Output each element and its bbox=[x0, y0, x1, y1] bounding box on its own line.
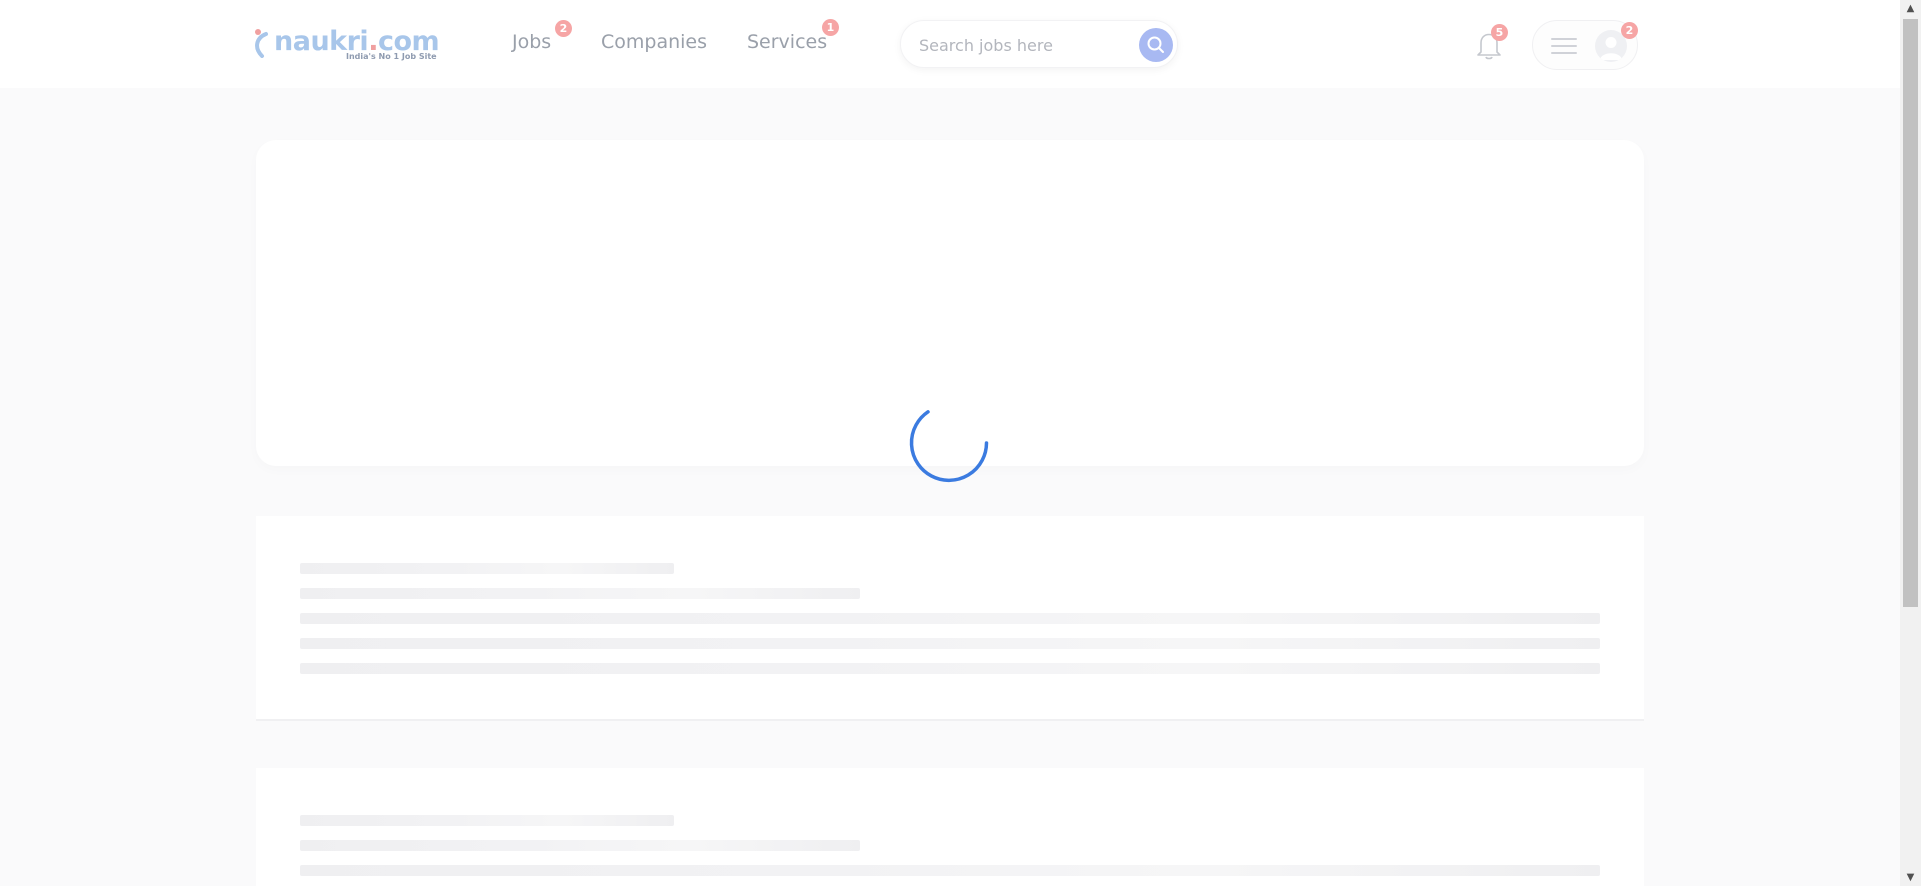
section-divider bbox=[256, 719, 1644, 721]
naukri-logo[interactable]: naukri.com India's No 1 Job Site bbox=[252, 26, 442, 66]
spinner-icon bbox=[909, 410, 989, 483]
skeleton-line bbox=[300, 613, 1600, 624]
services-badge: 1 bbox=[822, 19, 839, 36]
nav-companies-label: Companies bbox=[601, 31, 708, 53]
search-icon bbox=[1147, 36, 1164, 53]
skeleton-card bbox=[256, 768, 1644, 886]
skeleton-card bbox=[256, 516, 1644, 719]
logo-swoosh-icon bbox=[255, 29, 268, 58]
scroll-up-arrow-icon[interactable]: ▲ bbox=[1900, 0, 1921, 17]
vertical-scrollbar[interactable]: ▲ ▼ bbox=[1900, 0, 1921, 886]
skeleton-line bbox=[300, 588, 860, 599]
search-bar bbox=[900, 20, 1178, 68]
skeleton-line bbox=[300, 638, 1600, 649]
scrollbar-thumb[interactable] bbox=[1903, 19, 1918, 607]
skeleton-line bbox=[300, 563, 674, 574]
skeleton-line bbox=[300, 815, 674, 826]
page: naukri.com India's No 1 Job Site Jobs 2 … bbox=[0, 0, 1900, 886]
skeleton-line bbox=[300, 663, 1600, 674]
skeleton-line bbox=[300, 840, 860, 851]
nav-services-label: Services bbox=[747, 31, 828, 53]
logo-tagline: India's No 1 Job Site bbox=[346, 52, 437, 61]
top-navbar: naukri.com India's No 1 Job Site Jobs 2 … bbox=[0, 0, 1900, 88]
notifications-badge: 5 bbox=[1491, 24, 1508, 41]
notifications-button[interactable]: 5 bbox=[1474, 24, 1508, 62]
profile-badge: 2 bbox=[1621, 22, 1638, 39]
profile-menu-button[interactable]: 2 bbox=[1532, 20, 1638, 70]
nav-services[interactable]: Services 1 bbox=[747, 19, 839, 53]
jobs-badge: 2 bbox=[555, 20, 572, 37]
scroll-down-arrow-icon[interactable]: ▼ bbox=[1900, 869, 1921, 886]
skeleton-line bbox=[300, 865, 1600, 876]
nav-jobs-label: Jobs bbox=[512, 31, 552, 53]
search-input[interactable] bbox=[919, 33, 1119, 57]
nav-jobs[interactable]: Jobs 2 bbox=[512, 20, 572, 53]
nav-companies[interactable]: Companies bbox=[601, 31, 707, 53]
hamburger-icon bbox=[1551, 38, 1577, 54]
search-button[interactable] bbox=[1139, 28, 1173, 62]
